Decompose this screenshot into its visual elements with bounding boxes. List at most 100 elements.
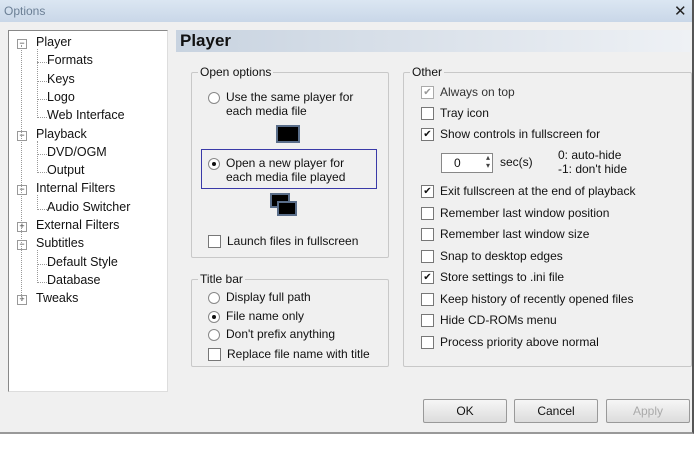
- tree-item-output[interactable]: Output: [47, 163, 85, 177]
- title-bar-legend: Title bar: [198, 272, 245, 286]
- checkbox-box[interactable]: ✔: [421, 128, 434, 141]
- tree-item-internal-filters[interactable]: Internal Filters: [36, 181, 115, 195]
- expand-collapse-icon[interactable]: −: [17, 39, 27, 49]
- new-player-radio[interactable]: Open a new player for each media file pla…: [208, 156, 345, 184]
- checkbox-label: Store settings to .ini file: [440, 270, 565, 284]
- title-bar-group: Title bar Display full path File name onl…: [191, 272, 389, 367]
- snap-to-desktop-edges-checkbox[interactable]: Snap to desktop edges: [421, 249, 563, 263]
- new-player-label: Open a new player for each media file pla…: [226, 156, 345, 184]
- label-line1: Open a new player for: [226, 156, 345, 170]
- tree-item-formats[interactable]: Formats: [47, 53, 93, 67]
- checkbox-box[interactable]: [208, 235, 221, 248]
- spinner-value[interactable]: 0: [454, 156, 461, 170]
- checkbox-label: Launch files in fullscreen: [227, 234, 359, 248]
- spinner-arrows-icon[interactable]: ▴ ▾: [486, 154, 490, 170]
- tree-item-keys[interactable]: Keys: [47, 72, 75, 86]
- checkbox-box[interactable]: [421, 107, 434, 120]
- title-option-radio[interactable]: Don't prefix anything: [208, 327, 335, 341]
- checkbox-box[interactable]: [421, 335, 434, 349]
- checkbox-label: Show controls in fullscreen for: [440, 127, 601, 141]
- tree-item-dvd-ogm[interactable]: DVD/OGM: [47, 145, 107, 159]
- checkbox-box[interactable]: ✔: [421, 86, 434, 99]
- tree-connector: [37, 117, 47, 119]
- checkbox-label: Replace file name with title: [227, 347, 370, 361]
- page-header: Player: [176, 30, 690, 52]
- expand-collapse-icon[interactable]: −: [17, 130, 27, 141]
- tree-line: [37, 140, 38, 174]
- checkbox-box[interactable]: ✔: [421, 271, 434, 284]
- tree-line: [37, 49, 38, 119]
- checkbox-box[interactable]: [208, 348, 221, 361]
- process-priority-above-normal-checkbox[interactable]: Process priority above normal: [421, 335, 599, 349]
- tree-item-web-interface[interactable]: Web Interface: [47, 108, 125, 122]
- radio-label: File name only: [226, 308, 305, 323]
- tray-icon-checkbox[interactable]: Tray icon: [421, 106, 489, 120]
- options-dialog: Options ✕ − Player Formats Keys Logo Web Inte…: [0, 0, 694, 434]
- radio-indicator[interactable]: [208, 292, 220, 304]
- expand-collapse-icon[interactable]: −: [17, 240, 27, 251]
- checkbox-box[interactable]: [421, 249, 434, 263]
- checkbox-box[interactable]: [421, 228, 434, 241]
- tree-item-external-filters[interactable]: External Filters: [36, 218, 119, 232]
- exit-fullscreen-at-the-end-of-playback-checkbox[interactable]: ✔ Exit fullscreen at the end of playback: [421, 184, 635, 198]
- tree-connector: [37, 263, 47, 265]
- checkbox-box[interactable]: [421, 292, 434, 306]
- radio-indicator[interactable]: [208, 329, 220, 341]
- remember-last-window-position-checkbox[interactable]: Remember last window position: [421, 206, 609, 220]
- seconds-spinner[interactable]: 0 ▴ ▾: [441, 153, 493, 173]
- label-line1: Use the same player for: [226, 90, 354, 104]
- tree-line: [37, 250, 38, 283]
- checkbox-box[interactable]: ✔: [421, 185, 434, 198]
- checkbox-box[interactable]: [421, 314, 434, 327]
- same-player-radio[interactable]: Use the same player for each media file: [208, 90, 353, 118]
- tree-item-subtitles[interactable]: Subtitles: [36, 236, 84, 250]
- tree-item-playback[interactable]: Playback: [36, 127, 87, 141]
- apply-button[interactable]: Apply: [606, 399, 690, 423]
- tree-item-database[interactable]: Database: [47, 273, 101, 287]
- radio-indicator[interactable]: [208, 92, 220, 104]
- expand-collapse-icon[interactable]: +: [17, 295, 27, 306]
- hint-line2: -1: don't hide: [558, 162, 628, 176]
- spinner-hint: 0: auto-hide -1: don't hide: [558, 148, 627, 176]
- tree-connector: [37, 172, 47, 174]
- checkbox-label: Tray icon: [440, 106, 489, 120]
- tree-connector: [37, 98, 47, 100]
- expand-collapse-icon[interactable]: +: [17, 222, 27, 232]
- checkbox-box[interactable]: [421, 206, 434, 220]
- radio-indicator[interactable]: [208, 158, 220, 170]
- tree-item-tweaks[interactable]: Tweaks: [36, 291, 78, 305]
- title-option-radio[interactable]: File name only: [208, 309, 304, 323]
- launch-fullscreen-checkbox[interactable]: Launch files in fullscreen: [208, 234, 358, 248]
- cancel-button[interactable]: Cancel: [514, 399, 598, 423]
- ok-button[interactable]: OK: [423, 399, 507, 423]
- options-tree: − Player Formats Keys Logo Web Interface − Play…: [8, 30, 168, 392]
- single-window-icon: [276, 125, 300, 143]
- replace-title-checkbox[interactable]: Replace file name with title: [208, 347, 370, 361]
- multi-window-icon-2: [277, 201, 297, 216]
- store-settings-to-ini-file-checkbox[interactable]: ✔ Store settings to .ini file: [421, 270, 564, 284]
- tree-item-player[interactable]: Player: [36, 35, 71, 49]
- tree-item-audio-switcher[interactable]: Audio Switcher: [47, 200, 130, 214]
- remember-last-window-size-checkbox[interactable]: Remember last window size: [421, 227, 589, 241]
- close-icon[interactable]: ✕: [674, 2, 687, 20]
- tree-connector: [37, 80, 47, 82]
- tree-line: [37, 195, 38, 210]
- title-option-radio[interactable]: Display full path: [208, 290, 311, 304]
- tree-connector: [37, 62, 47, 64]
- hide-cd-roms-menu-checkbox[interactable]: Hide CD-ROMs menu: [421, 313, 557, 327]
- radio-indicator[interactable]: [208, 310, 220, 323]
- tree-connector: [37, 153, 47, 155]
- open-options-group: Open options Use the same player for each…: [191, 65, 389, 258]
- always-on-top-checkbox[interactable]: ✔ Always on top: [421, 85, 515, 99]
- checkbox-label: Keep history of recently opened files: [440, 291, 634, 306]
- checkbox-label: Snap to desktop edges: [440, 248, 563, 263]
- radio-label: Don't prefix anything: [226, 327, 336, 341]
- show-controls-in-fullscreen-for-checkbox[interactable]: ✔ Show controls in fullscreen for: [421, 127, 600, 141]
- keep-history-of-recently-opened-files-checkbox[interactable]: Keep history of recently opened files: [421, 292, 633, 306]
- expand-collapse-icon[interactable]: −: [17, 185, 27, 196]
- checkbox-label: Process priority above normal: [440, 334, 599, 349]
- tree-item-default-style[interactable]: Default Style: [47, 255, 118, 269]
- radio-label: Display full path: [226, 290, 311, 304]
- tree-item-logo[interactable]: Logo: [47, 90, 75, 104]
- open-options-legend: Open options: [198, 65, 274, 79]
